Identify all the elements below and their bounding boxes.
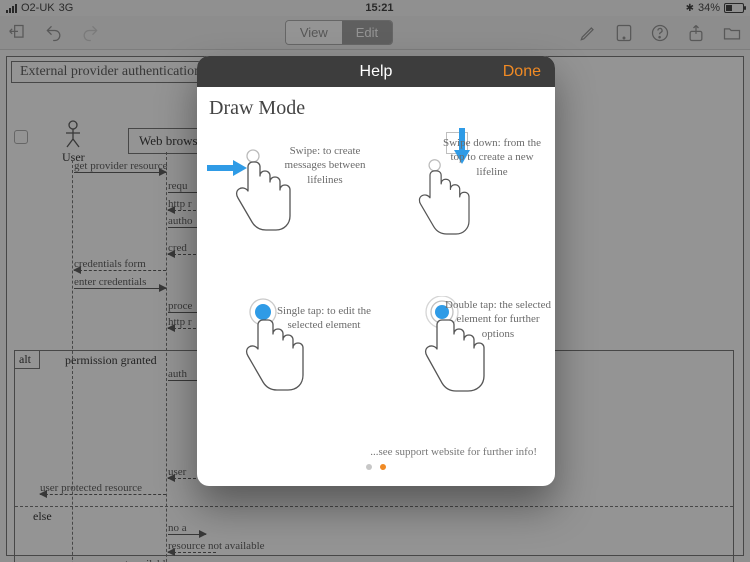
gesture-single-tap-text: Single tap: to edit the selected element bbox=[269, 304, 379, 333]
page-dot-active[interactable] bbox=[380, 464, 386, 470]
gesture-swipe-down-text: Swipe down: from the top to create a new… bbox=[437, 136, 547, 179]
page-dot[interactable] bbox=[366, 464, 372, 470]
done-button[interactable]: Done bbox=[503, 63, 541, 81]
gesture-swipe: Swipe: to create messages between lifeli… bbox=[209, 126, 374, 278]
gesture-double-tap-text: Double tap: the selected element for fur… bbox=[443, 298, 553, 341]
page-indicator[interactable] bbox=[209, 458, 543, 480]
gesture-single-tap: Single tap: to edit the selected element bbox=[209, 284, 374, 436]
help-heading: Draw Mode bbox=[209, 97, 543, 120]
gestures-grid: Swipe: to create messages between lifeli… bbox=[209, 126, 543, 436]
help-modal-title: Help bbox=[360, 63, 393, 81]
help-modal: Help Done Draw Mode Swipe: to create mes… bbox=[197, 56, 555, 486]
gesture-swipe-down: Swipe down: from the top to create a new… bbox=[378, 126, 543, 278]
help-footer-note: ...see support website for further info! bbox=[209, 446, 543, 458]
help-modal-header: Help Done bbox=[197, 56, 555, 87]
gesture-swipe-text: Swipe: to create messages between lifeli… bbox=[270, 144, 380, 187]
gesture-double-tap: Double tap: the selected element for fur… bbox=[378, 284, 543, 436]
